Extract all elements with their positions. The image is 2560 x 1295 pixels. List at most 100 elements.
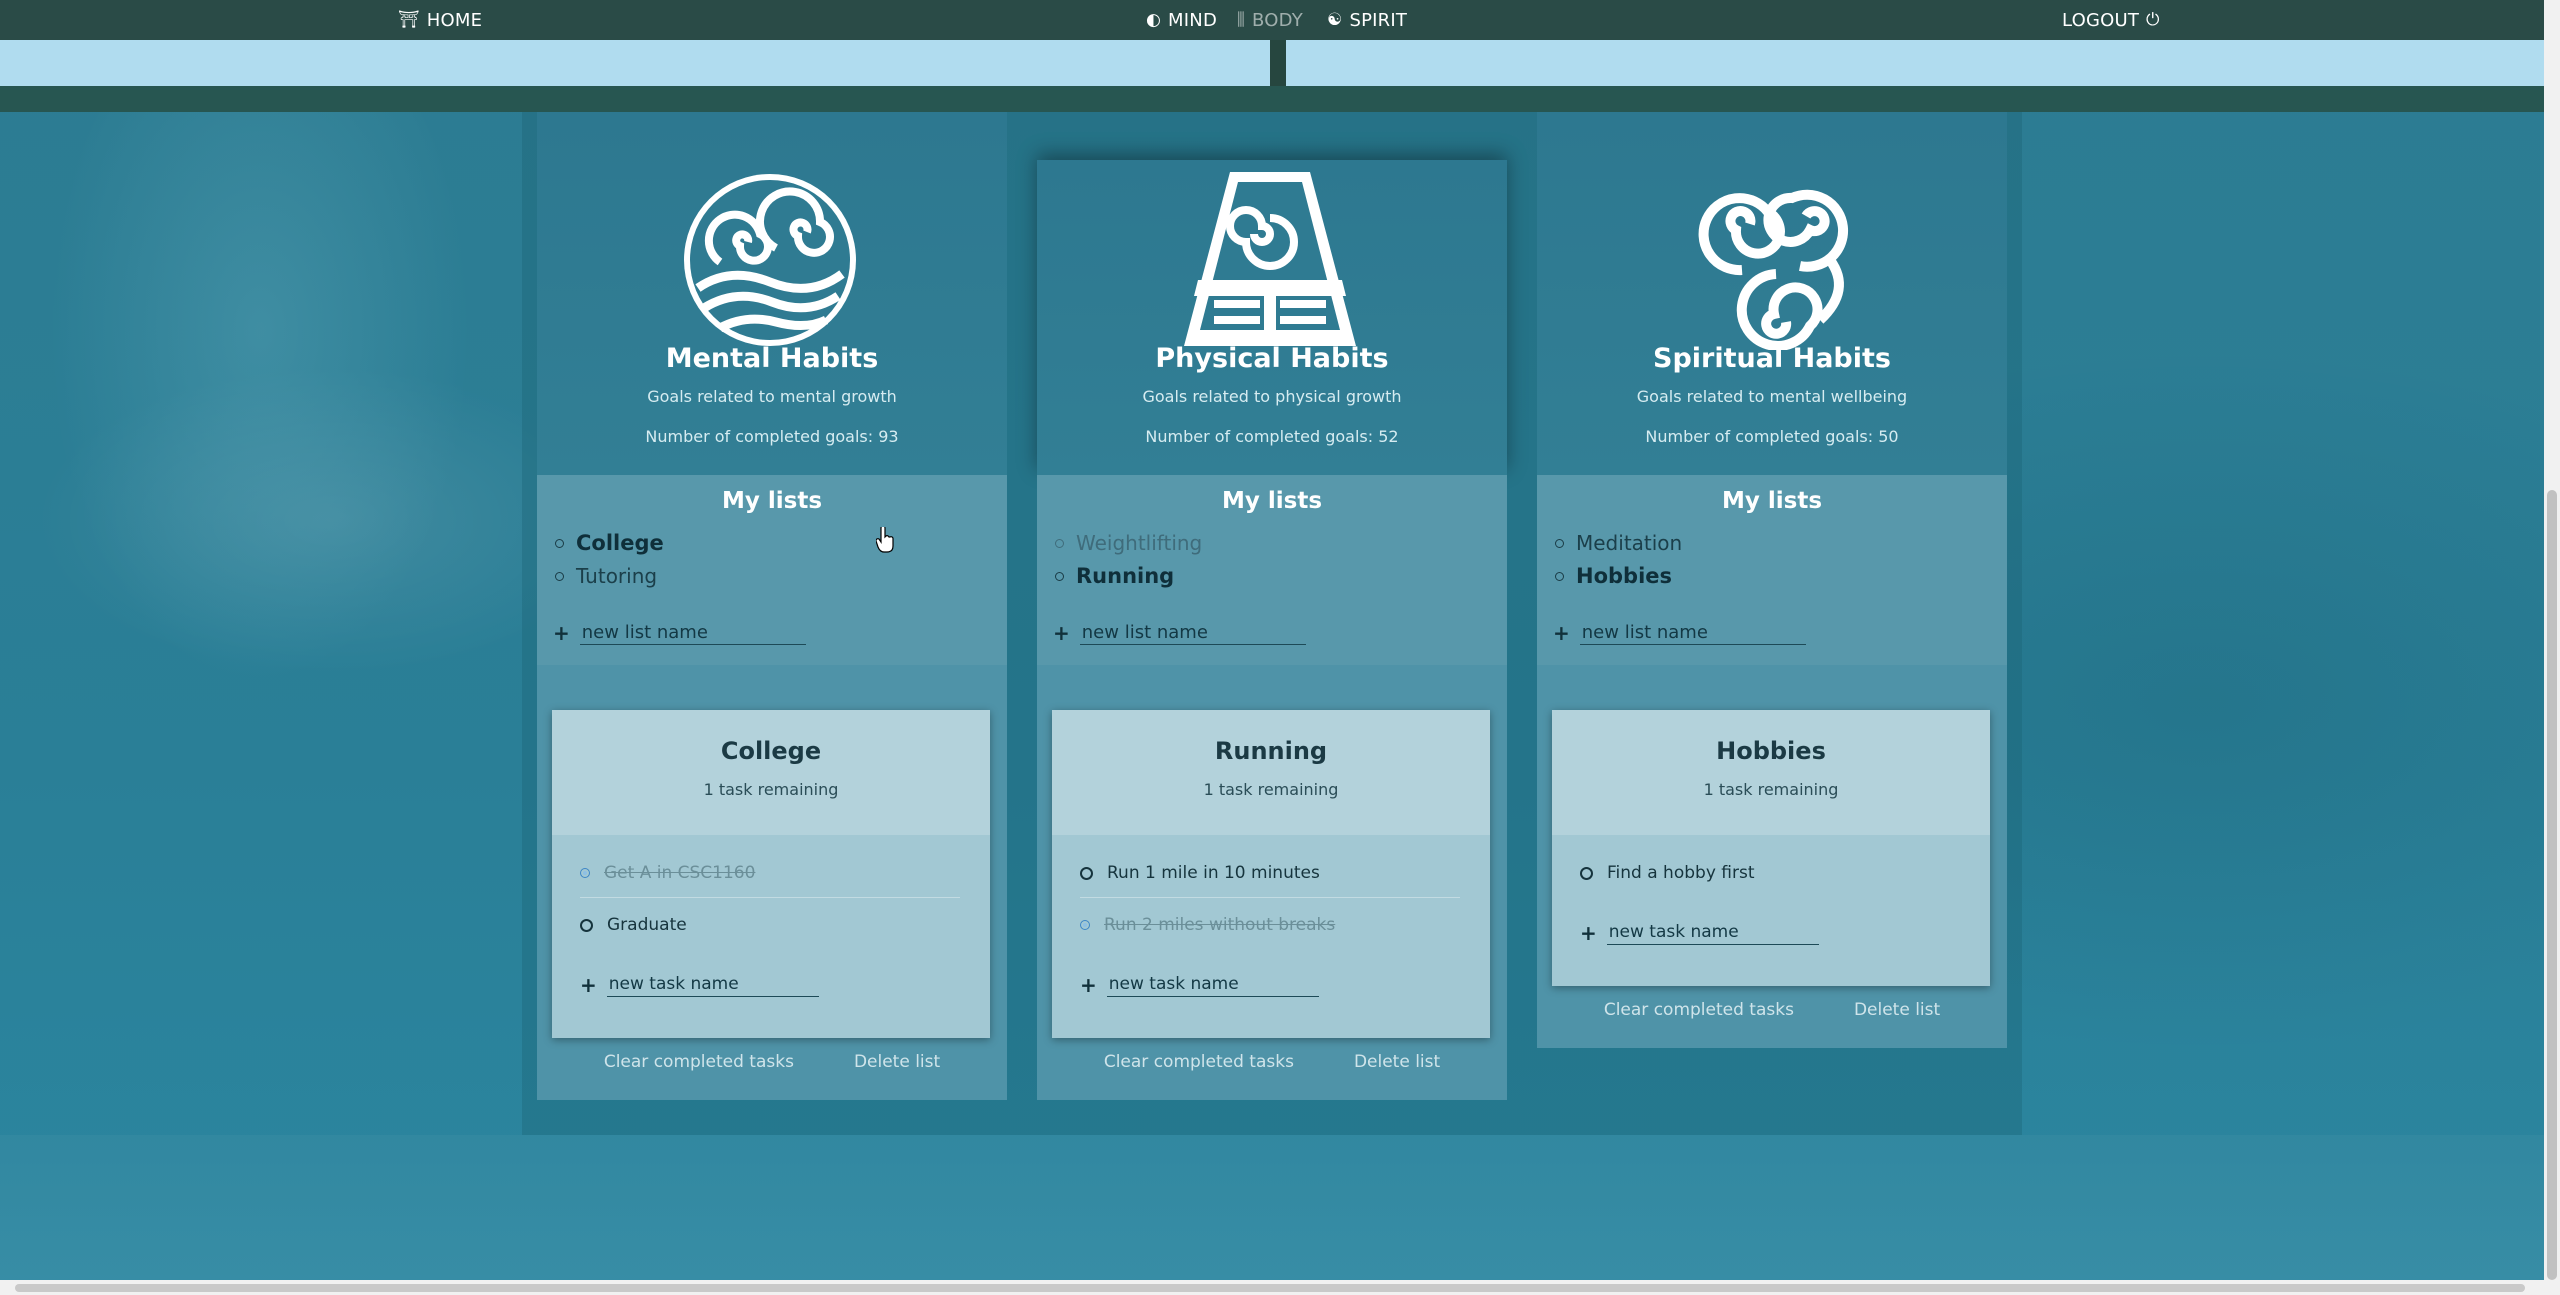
task-item[interactable]: Find a hobby first bbox=[1580, 849, 1960, 897]
list-item-label: Tutoring bbox=[576, 564, 658, 588]
circle-icon[interactable] bbox=[1580, 866, 1593, 880]
my-lists-section: My lists College Tutoring + bbox=[537, 475, 1007, 665]
task-item[interactable]: Get A in CSC1160 bbox=[580, 849, 960, 898]
tasks-section: Running 1 task remaining Run 1 mile in 1… bbox=[1037, 665, 1507, 1100]
plus-icon[interactable]: + bbox=[1080, 975, 1097, 995]
completed-goals-count: Number of completed goals: 52 bbox=[1145, 427, 1399, 446]
clear-completed-button[interactable]: Clear completed tasks bbox=[604, 1052, 794, 1072]
list-card: College 1 task remaining Get A in CSC116… bbox=[552, 710, 990, 1038]
earth-kingdom-emblem-icon bbox=[1184, 172, 1356, 346]
top-navbar: ⛩ HOME ◐ MIND ⫼ BODY ☯ SPIRIT LOGOUT ⏻ bbox=[0, 0, 2544, 40]
bullet-icon bbox=[1055, 538, 1064, 548]
nav-logout-label: LOGOUT bbox=[2062, 9, 2140, 31]
new-list-input[interactable] bbox=[579, 620, 806, 645]
checked-circle-icon[interactable] bbox=[580, 868, 590, 878]
completed-goals-count: Number of completed goals: 93 bbox=[645, 427, 899, 446]
card-header: Running 1 task remaining bbox=[1052, 710, 1490, 835]
new-task-row: + bbox=[1080, 972, 1319, 997]
column-title: Spiritual Habits bbox=[1653, 343, 1891, 374]
tasks-remaining: 1 task remaining bbox=[1203, 780, 1339, 799]
list-item[interactable]: Running bbox=[1055, 564, 1174, 588]
new-task-input[interactable] bbox=[1106, 972, 1319, 997]
clear-completed-button[interactable]: Clear completed tasks bbox=[1104, 1052, 1294, 1072]
card-header: College 1 task remaining bbox=[552, 710, 990, 835]
new-list-input[interactable] bbox=[1079, 620, 1306, 645]
bullet-icon bbox=[555, 538, 564, 548]
list-card: Hobbies 1 task remaining Find a hobby fi… bbox=[1552, 710, 1990, 986]
dumbbell-icon: ⫼ bbox=[1237, 9, 1246, 30]
my-lists-section: My lists Meditation Hobbies + bbox=[1537, 475, 2007, 665]
card-title: Running bbox=[1214, 737, 1328, 765]
brain-icon: ◐ bbox=[1146, 9, 1162, 30]
task-item[interactable]: Run 1 mile in 10 minutes bbox=[1080, 849, 1460, 898]
tasks-section: Hobbies 1 task remaining Find a hobby fi… bbox=[1537, 665, 2007, 1048]
tasks-remaining: 1 task remaining bbox=[1703, 780, 1839, 799]
top-banner-divider bbox=[1270, 40, 1286, 86]
new-list-row: + bbox=[1553, 620, 1806, 645]
nav-spirit[interactable]: ☯ SPIRIT bbox=[1327, 0, 1407, 40]
column-description: Goals related to mental wellbeing bbox=[1636, 387, 1908, 406]
my-lists-title: My lists bbox=[1221, 488, 1323, 514]
my-lists-section: My lists Weightlifting Running + bbox=[1037, 475, 1507, 665]
nav-home[interactable]: ⛩ HOME bbox=[398, 0, 482, 40]
circle-icon[interactable] bbox=[1080, 866, 1093, 880]
header-strip bbox=[0, 86, 2544, 112]
new-task-input[interactable] bbox=[606, 972, 819, 997]
my-lists-title: My lists bbox=[1721, 488, 1823, 514]
delete-list-button[interactable]: Delete list bbox=[854, 1052, 940, 1072]
plus-icon[interactable]: + bbox=[553, 623, 570, 643]
clear-completed-button[interactable]: Clear completed tasks bbox=[1604, 1000, 1794, 1020]
column-header: Physical Habits Goals related to physica… bbox=[1037, 160, 1507, 475]
list-item[interactable]: Weightlifting bbox=[1055, 531, 1202, 555]
plus-icon[interactable]: + bbox=[1053, 623, 1070, 643]
plus-icon[interactable]: + bbox=[1553, 623, 1570, 643]
column-header: Spiritual Habits Goals related to mental… bbox=[1537, 112, 2007, 475]
nav-logout[interactable]: LOGOUT ⏻ bbox=[2062, 0, 2160, 40]
list-item[interactable]: College bbox=[555, 531, 664, 555]
new-task-row: + bbox=[1580, 920, 1819, 945]
card-actions: Clear completed tasks Delete list bbox=[1037, 1052, 1507, 1072]
list-item-label: College bbox=[576, 531, 664, 555]
air-nomad-emblem-icon bbox=[1698, 189, 1849, 350]
my-lists-title: My lists bbox=[721, 488, 823, 514]
list-item-label: Hobbies bbox=[1576, 564, 1673, 588]
completed-goals-count: Number of completed goals: 50 bbox=[1645, 427, 1899, 446]
circle-icon[interactable] bbox=[580, 918, 593, 932]
nav-spirit-label: SPIRIT bbox=[1349, 9, 1408, 31]
task-label: Find a hobby first bbox=[1607, 863, 1755, 883]
tasks-remaining: 1 task remaining bbox=[703, 780, 839, 799]
card-actions: Clear completed tasks Delete list bbox=[1537, 1000, 2007, 1020]
nav-mind-label: MIND bbox=[1168, 9, 1218, 31]
water-tribe-emblem-icon bbox=[684, 174, 856, 346]
new-list-row: + bbox=[553, 620, 806, 645]
tasks-section: College 1 task remaining Get A in CSC116… bbox=[537, 665, 1007, 1100]
new-task-input[interactable] bbox=[1606, 920, 1819, 945]
task-label: Run 2 miles without breaks bbox=[1104, 915, 1336, 935]
list-item[interactable]: Tutoring bbox=[555, 564, 657, 588]
card-header: Hobbies 1 task remaining bbox=[1552, 710, 1990, 835]
nav-body[interactable]: ⫼ BODY bbox=[1237, 0, 1303, 40]
new-list-input[interactable] bbox=[1579, 620, 1806, 645]
card-actions: Clear completed tasks Delete list bbox=[537, 1052, 1007, 1072]
hand-cursor-icon bbox=[876, 527, 894, 553]
column-description: Goals related to physical growth bbox=[1142, 387, 1402, 406]
delete-list-button[interactable]: Delete list bbox=[1854, 1000, 1940, 1020]
delete-list-button[interactable]: Delete list bbox=[1354, 1052, 1440, 1072]
torii-gate-icon: ⛩ bbox=[398, 9, 420, 30]
nav-mind[interactable]: ◐ MIND bbox=[1146, 0, 1217, 40]
task-item[interactable]: Graduate bbox=[580, 901, 960, 949]
checked-circle-icon[interactable] bbox=[1080, 920, 1090, 930]
list-item-label: Weightlifting bbox=[1076, 531, 1203, 555]
list-item-label: Running bbox=[1076, 564, 1175, 588]
nav-home-label: HOME bbox=[426, 9, 483, 31]
column-title: Physical Habits bbox=[1155, 343, 1389, 374]
list-item[interactable]: Meditation bbox=[1555, 531, 1682, 555]
task-item[interactable]: Run 2 miles without breaks bbox=[1080, 901, 1460, 949]
nav-body-label: BODY bbox=[1252, 9, 1303, 31]
horizontal-scrollbar-thumb[interactable] bbox=[15, 1284, 2525, 1292]
plus-icon[interactable]: + bbox=[580, 975, 597, 995]
task-label: Get A in CSC1160 bbox=[604, 863, 756, 883]
plus-icon[interactable]: + bbox=[1580, 923, 1597, 943]
vertical-scrollbar-thumb[interactable] bbox=[2547, 490, 2557, 1280]
list-item[interactable]: Hobbies bbox=[1555, 564, 1672, 588]
